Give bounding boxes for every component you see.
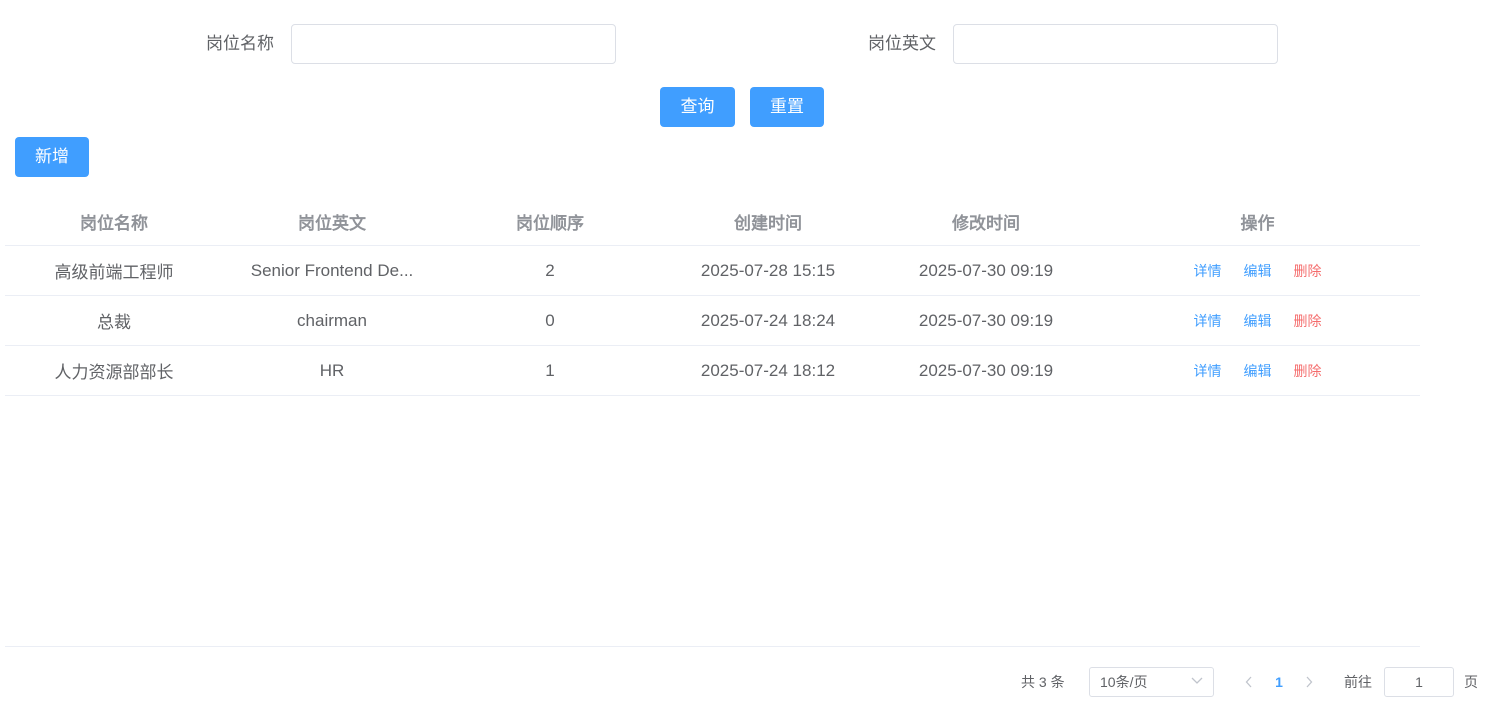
positions-table: 岗位名称 岗位英文 岗位顺序 创建时间 修改时间 操作 高级前端工程师 Seni… [5,198,1420,396]
header-created-time[interactable]: 创建时间 [659,198,877,245]
header-position-english[interactable]: 岗位英文 [223,198,441,245]
header-modified-time[interactable]: 修改时间 [877,198,1095,245]
cell-created-time: 2025-07-28 15:15 [700,260,836,280]
position-name-label: 岗位名称 [206,34,274,53]
cell-actions: 详情 编辑 删除 [1095,296,1420,345]
query-button[interactable]: 查询 [660,87,735,127]
cell-modified-time: 2025-07-30 09:19 [918,260,1054,280]
cell-modified-time: 2025-07-30 09:19 [918,310,1054,330]
page-size-value: 10条/页 [1100,674,1148,690]
cell-created-time: 2025-07-24 18:24 [700,310,836,330]
edit-link[interactable]: 编辑 [1244,361,1272,381]
chevron-left-icon [1245,676,1252,688]
table-row: 高级前端工程师 Senior Frontend De... 2 2025-07-… [5,246,1420,296]
table-header-row: 岗位名称 岗位英文 岗位顺序 创建时间 修改时间 操作 [5,198,1420,246]
cell-actions: 详情 编辑 删除 [1095,346,1420,395]
page-number-current[interactable]: 1 [1268,667,1290,697]
pagination-total: 共 3 条 [1021,674,1065,690]
cell-position-order: 1 [545,360,555,380]
edit-link[interactable]: 编辑 [1244,261,1272,281]
table-bottom-divider [5,646,1420,647]
cell-position-english: HR [319,360,345,380]
reset-button[interactable]: 重置 [750,87,824,127]
cell-position-order: 2 [545,260,555,280]
cell-position-english: Senior Frontend De... [250,260,414,280]
cell-position-english: chairman [297,310,367,330]
table-row: 总裁 chairman 0 2025-07-24 18:24 2025-07-3… [5,296,1420,346]
chevron-down-icon [1191,677,1203,684]
next-page-button[interactable] [1299,667,1319,697]
prev-page-button[interactable] [1239,667,1259,697]
cell-modified-time: 2025-07-30 09:19 [918,360,1054,380]
detail-link[interactable]: 详情 [1194,361,1222,381]
header-actions: 操作 [1240,214,1275,233]
header-position-name[interactable]: 岗位名称 [5,198,223,245]
detail-link[interactable]: 详情 [1194,311,1222,331]
position-english-label: 岗位英文 [868,34,936,53]
position-name-input[interactable] [291,24,616,64]
cell-created-time: 2025-07-24 18:12 [700,360,836,380]
position-english-input[interactable] [953,24,1278,64]
cell-position-order: 0 [545,310,555,330]
header-position-order[interactable]: 岗位顺序 [441,198,659,245]
edit-link[interactable]: 编辑 [1244,311,1272,331]
detail-link[interactable]: 详情 [1194,261,1222,281]
goto-page-input[interactable] [1384,667,1454,697]
page-size-select[interactable]: 10条/页 [1089,667,1214,697]
delete-link[interactable]: 删除 [1294,361,1322,381]
delete-link[interactable]: 删除 [1294,311,1322,331]
chevron-right-icon [1306,676,1313,688]
goto-label: 前往 [1344,674,1372,690]
cell-position-name: 高级前端工程师 [54,263,174,282]
cell-position-name: 人力资源部部长 [54,363,174,382]
add-button[interactable]: 新增 [15,137,89,177]
delete-link[interactable]: 删除 [1294,261,1322,281]
cell-position-name: 总裁 [97,313,131,332]
table-row: 人力资源部部长 HR 1 2025-07-24 18:12 2025-07-30… [5,346,1420,396]
cell-actions: 详情 编辑 删除 [1095,246,1420,295]
page-suffix-label: 页 [1464,674,1478,690]
